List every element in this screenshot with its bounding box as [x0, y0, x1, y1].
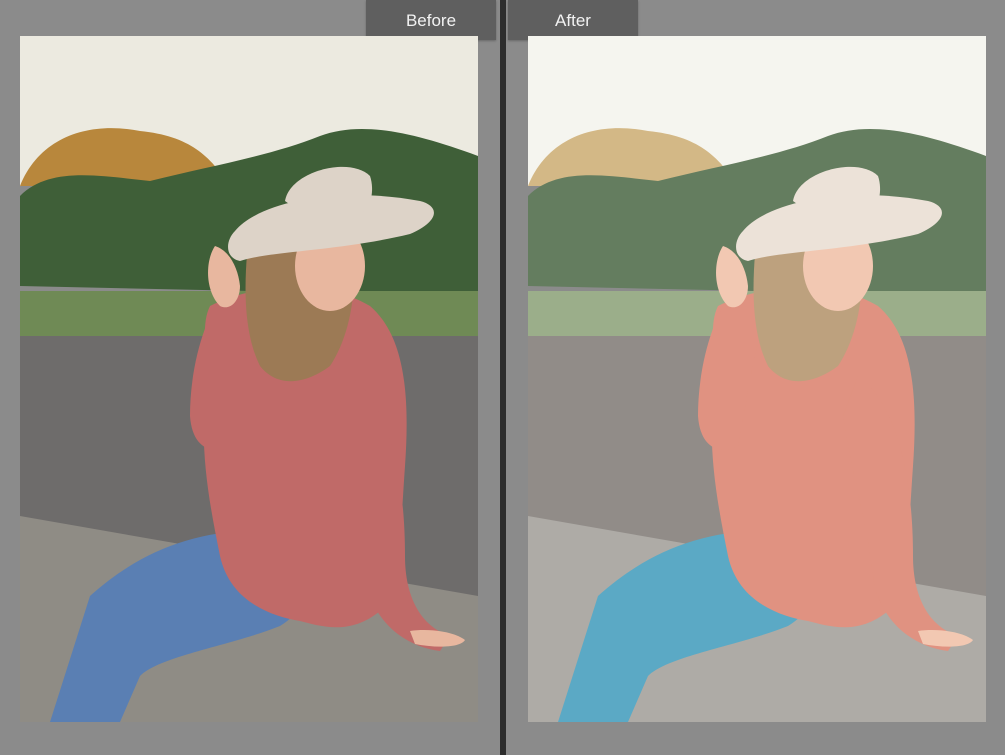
after-photo[interactable]	[528, 36, 986, 722]
before-photo[interactable]	[20, 36, 478, 722]
before-pane: Before	[0, 0, 500, 755]
after-label: After	[508, 0, 638, 40]
before-label: Before	[366, 0, 496, 40]
before-photo-image	[20, 36, 478, 722]
after-pane: After	[506, 0, 1005, 755]
after-photo-image	[528, 36, 986, 722]
